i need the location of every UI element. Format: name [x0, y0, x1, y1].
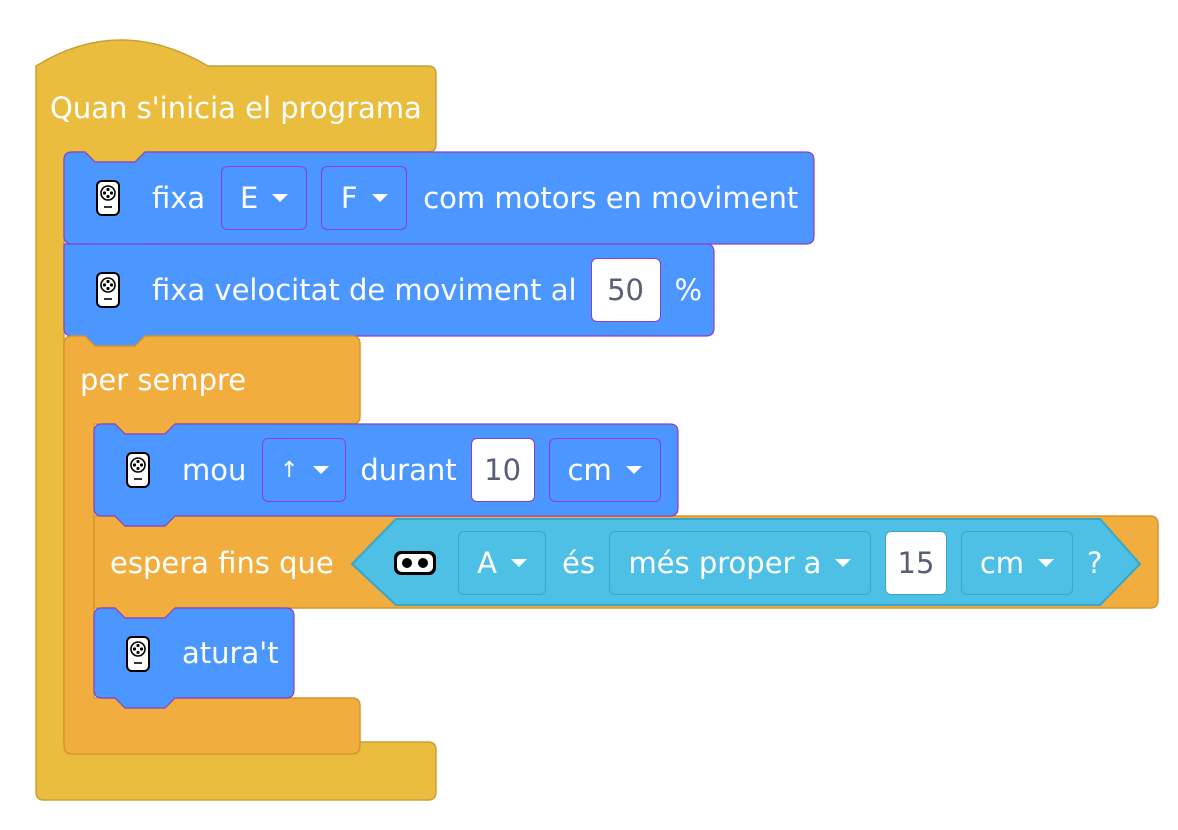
robot-icon [96, 272, 120, 308]
forever-label: per sempre [80, 363, 247, 397]
comparison-dropdown[interactable]: més proper a [608, 531, 871, 595]
chevron-down-icon [312, 466, 329, 474]
move-label: mou [182, 453, 247, 487]
speed-input[interactable]: 50 [590, 258, 661, 322]
chevron-down-icon [625, 466, 642, 474]
chevron-down-icon [272, 194, 289, 202]
move-durant-label: durant [360, 453, 457, 487]
motor-2-value: F [340, 181, 358, 215]
stop-label: atura't [182, 636, 279, 670]
robot-icon [126, 636, 150, 672]
speed-unit: % [674, 273, 703, 307]
comparison-value: més proper a [628, 546, 822, 580]
set-speed-block[interactable]: fixa velocitat de moviment al 50 % [152, 256, 702, 324]
robot-icon [96, 180, 120, 216]
direction-value: ↑ [280, 457, 299, 483]
move-block[interactable]: mou ↑ durant 10 cm [182, 436, 661, 504]
robot-icon [126, 452, 150, 488]
chevron-down-icon [1038, 559, 1055, 567]
distance-unit-dropdown[interactable]: cm [960, 531, 1073, 595]
sensor-es-label: és [562, 546, 595, 580]
move-amount-input[interactable]: 10 [470, 438, 535, 502]
chevron-down-icon [835, 559, 852, 567]
sensor-port-dropdown[interactable]: A [458, 531, 546, 595]
distance-unit-value: cm [979, 546, 1025, 580]
wait-until-label: espera fins que [110, 546, 334, 580]
chevron-down-icon [510, 559, 527, 567]
distance-input[interactable]: 15 [884, 531, 947, 595]
move-unit-value: cm [567, 453, 612, 487]
move-unit-dropdown[interactable]: cm [548, 438, 661, 502]
hat-block: Quan s'inicia el programa [50, 74, 422, 142]
wait-until-block: espera fins que [110, 529, 334, 597]
set-motors-suffix: com motors en moviment [423, 181, 799, 215]
distance-sensor-icon [394, 551, 436, 575]
direction-dropdown[interactable]: ↑ [262, 438, 347, 502]
sensor-port-value: A [477, 546, 497, 580]
motor-1-value: E [240, 181, 259, 215]
motor-2-dropdown[interactable]: F [321, 166, 408, 230]
set-speed-label: fixa velocitat de moviment al [152, 273, 577, 307]
hat-label: Quan s'inicia el programa [50, 91, 422, 125]
question-mark: ? [1086, 546, 1103, 580]
set-motors-label: fixa [152, 181, 206, 215]
motor-1-dropdown[interactable]: E [221, 166, 308, 230]
sensor-condition[interactable]: A és més proper a 15 cm ? [458, 529, 1102, 597]
chevron-down-icon [371, 194, 388, 202]
forever-block: per sempre [80, 346, 246, 414]
stop-block[interactable]: atura't [182, 619, 279, 687]
set-motors-block[interactable]: fixa E F com motors en moviment [152, 164, 798, 232]
